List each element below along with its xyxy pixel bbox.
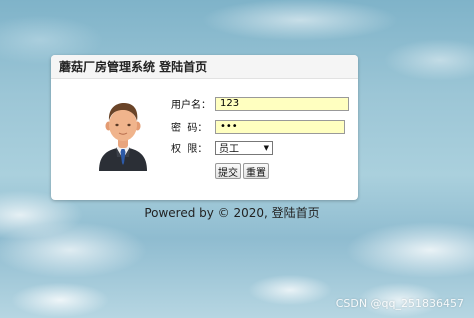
role-label: 权 限： — [171, 144, 208, 155]
password-label: 密 码： — [171, 123, 208, 134]
watermark: CSDN @qq_251836457 — [335, 297, 464, 310]
page-background: 蘑菇厂房管理系统 登陆首页 用户名： 123 密 码： ••• 权 限： 员工 … — [0, 0, 474, 318]
username-row: 用户名： 123 — [171, 96, 349, 111]
panel-header: 蘑菇厂房管理系统 登陆首页 — [51, 55, 358, 79]
role-row: 权 限： 员工 ▼ — [171, 140, 273, 155]
businessman-avatar-icon — [95, 99, 151, 171]
panel-title: 蘑菇厂房管理系统 登陆首页 — [59, 60, 208, 74]
footer: Powered by © 2020, 登陆首页 — [0, 204, 474, 221]
password-input[interactable]: ••• — [215, 119, 345, 134]
button-row: 提交 重置 — [215, 163, 271, 179]
submit-button[interactable]: 提交 — [215, 163, 241, 179]
login-panel: 蘑菇厂房管理系统 登陆首页 用户名： 123 密 码： ••• 权 限： 员工 … — [51, 55, 358, 200]
role-select[interactable]: 员工 ▼ — [215, 140, 273, 155]
caret-down-icon: ▼ — [263, 143, 269, 152]
password-row: 密 码： ••• — [171, 119, 345, 134]
username-input[interactable]: 123 — [215, 96, 349, 111]
username-label: 用户名： — [171, 100, 211, 111]
reset-button[interactable]: 重置 — [243, 163, 269, 179]
footer-text: Powered by © 2020, 登陆首页 — [144, 206, 320, 220]
role-selected-value: 员工 — [219, 144, 239, 155]
